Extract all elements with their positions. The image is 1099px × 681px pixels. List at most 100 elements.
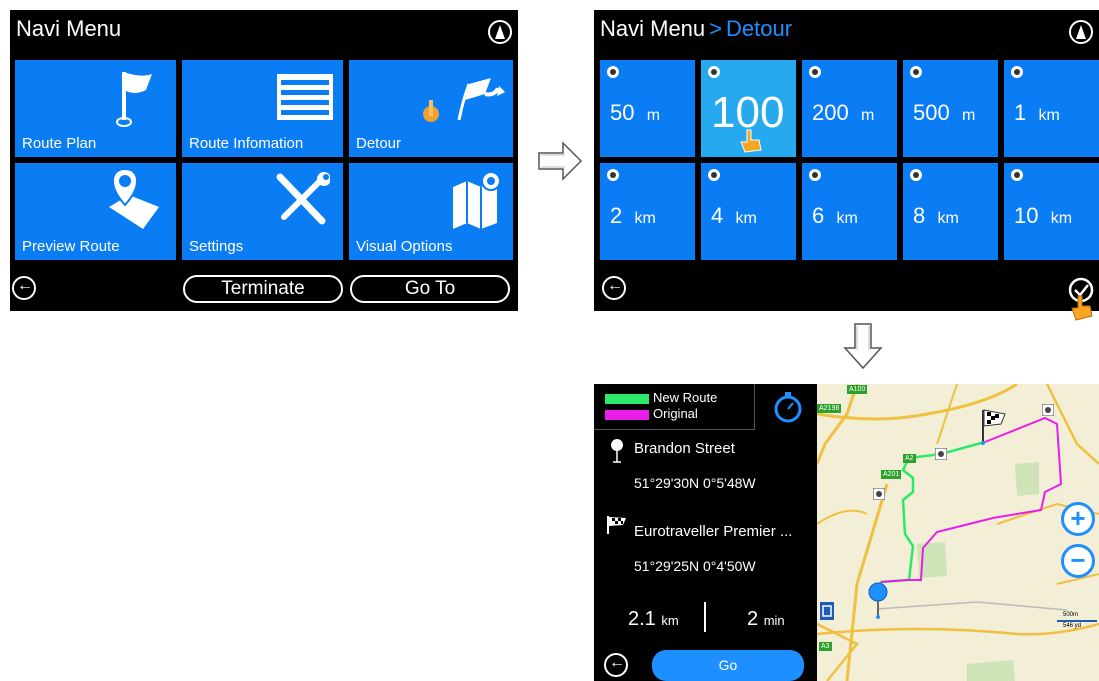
back-button[interactable] [604,653,628,677]
option-value: 50 m [610,100,661,125]
divider [754,384,755,430]
route-plan-tile[interactable]: Route Plan [15,60,176,157]
road-label: A2 [903,454,916,463]
flow-arrow-right-icon [538,141,583,181]
page-title: Navi Menu [16,16,122,41]
radio-button[interactable] [708,169,720,181]
go-button[interactable]: Go [652,650,804,681]
detour-option[interactable]: 1 km [1004,60,1099,157]
route-information-tile[interactable]: Route Infomation [182,60,343,157]
breadcrumb-root[interactable]: Navi Menu [600,16,705,41]
settings-tile[interactable]: Settings [182,163,343,260]
scale-label-metric: 500m [1063,612,1079,618]
new-route-legend: New Route [653,390,718,405]
detour-option[interactable]: 8 km [903,163,998,260]
breadcrumb-current: Detour [726,16,793,41]
original-route-legend: Original [653,406,698,421]
tile-label: Route Plan [22,135,97,152]
option-value: 10 km [1014,203,1073,228]
option-value: 6 km [812,203,858,228]
option-value: 8 km [913,203,959,228]
visual-options-tile[interactable]: Visual Options [349,163,513,260]
navi-menu-panel: Navi Menu Route Plan Route Infomation De… [10,10,518,311]
flow-arrow-down-icon [843,323,883,370]
option-value: 4 km [711,203,757,228]
checkered-flag-icon [607,516,626,534]
divider [704,602,706,632]
route-info-sidebar: New Route Original Brandon Street 51°29'… [594,384,817,681]
back-button[interactable] [12,276,36,300]
stopwatch-icon[interactable] [771,390,805,424]
new-route-swatch [605,394,649,404]
detour-tile[interactable]: Detour [349,60,513,157]
detour-option[interactable]: 200 m [802,60,897,157]
speed-camera-icon [935,448,947,460]
radio-button[interactable] [708,66,720,78]
detour-option[interactable]: 4 km [701,163,796,260]
preview-route-tile[interactable]: Preview Route [15,163,176,260]
radio-button[interactable] [809,169,821,181]
start-map-pin-icon [868,582,888,619]
tile-label: Preview Route [22,238,120,255]
speed-camera-icon [873,488,885,500]
radio-button[interactable] [1011,169,1023,181]
terminate-button[interactable]: Terminate [183,275,343,303]
destination-coords: 51°29'25N 0°4'50W [634,558,756,574]
road-label: A2198 [817,404,842,413]
detour-option[interactable]: 500 m [903,60,998,157]
road-label: A3 [819,642,832,651]
time-readout: 2 min [747,608,785,630]
tile-label: Visual Options [356,238,453,255]
map-roads [817,384,1099,681]
detour-flags-icon [423,78,505,122]
divider [594,429,754,430]
goto-button[interactable]: Go To [350,275,510,303]
original-route-swatch [605,410,649,420]
tools-icon [276,172,330,225]
radio-button[interactable] [910,169,922,181]
header: Navi Menu [10,10,518,54]
detour-option-selected[interactable]: 100 m [701,60,796,181]
pointer-hand-icon [740,129,762,153]
radio-button[interactable] [1011,66,1023,78]
tile-label: Settings [189,238,244,255]
header: Navi Menu > Detour [594,10,1099,54]
navigation-arrow-icon[interactable] [488,20,512,44]
radio-button[interactable] [607,169,619,181]
radio-button[interactable] [607,66,619,78]
zoom-out-button[interactable]: − [1061,544,1095,578]
pointer-hand-icon [1071,295,1093,321]
detour-option[interactable]: 2 km [600,163,695,260]
option-value: 1 km [1014,100,1060,125]
detour-option[interactable]: 50 m [600,60,695,157]
destination-flag-icon [981,409,1006,445]
road-label: A100 [847,385,868,394]
breadcrumb-separator: > [709,16,723,41]
preview-pin-icon [109,167,159,229]
flag-icon [116,72,152,127]
map-scale: 500m 546 yd [1057,610,1099,632]
tile-label: Route Infomation [189,135,304,152]
list-icon [277,74,333,120]
back-button[interactable] [602,276,626,300]
zoom-in-button[interactable]: + [1061,502,1095,536]
start-pin-icon [611,439,623,463]
tile-label: Detour [356,135,402,152]
destination-name: Eurotraveller Premier ... [634,523,793,540]
radio-button[interactable] [910,66,922,78]
start-location-coords: 51°29'30N 0°5'48W [634,475,756,491]
option-value: 500 m [913,100,976,125]
map-view[interactable]: A100 A2198 A2 A201 A3 + − 500m 546 yd [817,384,1099,681]
parking-icon [820,602,834,620]
detour-option[interactable]: 10 km [1004,163,1099,260]
detour-option[interactable]: 6 km [802,163,897,260]
speed-camera-icon [1042,404,1054,416]
option-value: 2 km [610,203,656,228]
navigation-arrow-icon[interactable] [1069,20,1093,44]
route-preview-panel: New Route Original Brandon Street 51°29'… [594,384,1099,681]
breadcrumb: Navi Menu > Detour [600,16,792,42]
scale-label-imperial: 546 yd [1063,623,1082,629]
radio-button[interactable] [809,66,821,78]
distance-readout: 2.1 km [628,608,679,630]
scale-bar [1057,620,1097,622]
